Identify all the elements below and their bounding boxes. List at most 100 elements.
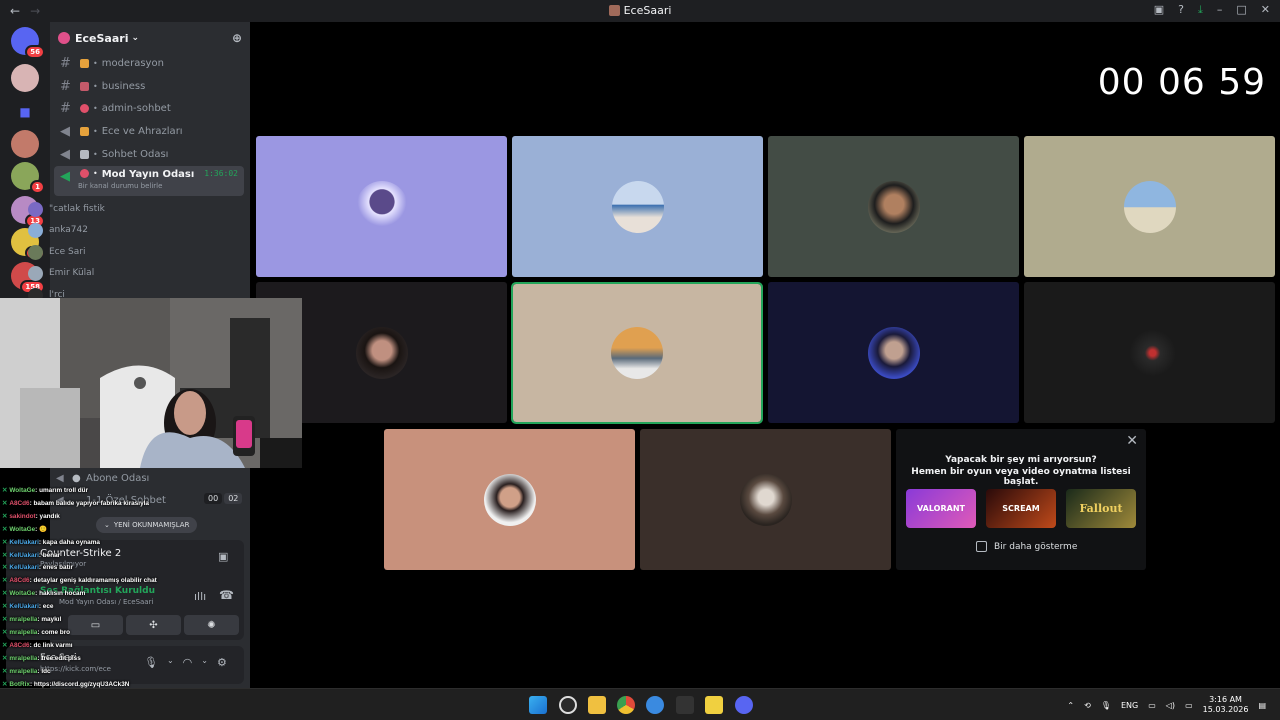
language-indicator[interactable]: ENG — [1121, 701, 1138, 710]
chat-username: BotRix — [9, 680, 30, 688]
chat-username: A8Cd6 — [9, 499, 30, 507]
channel-business[interactable]: # • business — [54, 75, 244, 97]
close-icon[interactable]: ✕ — [1126, 433, 1138, 449]
participant-tile[interactable] — [768, 136, 1019, 277]
participant-tile[interactable] — [384, 429, 635, 570]
badge-icon: ✕ — [2, 590, 8, 598]
battery-icon[interactable]: ▭ — [1185, 701, 1193, 710]
network-icon[interactable]: ▭ — [1148, 701, 1156, 710]
chrome-icon[interactable] — [617, 696, 635, 714]
game-card-scream[interactable]: SCREAM — [986, 489, 1056, 528]
inbox-icon[interactable]: ▣ — [1154, 3, 1164, 17]
channel-sohbet-odasi[interactable]: ◀ • Sohbet Odası — [54, 143, 244, 165]
discord-home-icon[interactable]: 56 — [11, 27, 45, 59]
chat-message: ✕ sakindot: yandık — [2, 511, 262, 524]
chat-text: : umarım troll dür — [35, 487, 89, 494]
participant-tile[interactable] — [640, 429, 891, 570]
server-header[interactable]: EceSaari ⌄ ⊕ — [50, 22, 250, 54]
badge-icon: ✕ — [2, 577, 8, 585]
app-icon[interactable] — [676, 696, 694, 714]
game-card-valorant[interactable]: VALORANT — [906, 489, 976, 528]
participant-tile[interactable] — [512, 136, 763, 277]
server-icon[interactable] — [11, 64, 39, 92]
chat-text: : maykıl — [37, 616, 62, 624]
clock[interactable]: 3:16 AM 15.03.2026 — [1203, 695, 1249, 715]
google-icon[interactable] — [646, 696, 664, 714]
channel-name: Ece ve Ahrazları — [101, 125, 183, 137]
server-icon[interactable] — [11, 130, 39, 158]
streamer-webcam — [0, 298, 302, 468]
channel-name: moderasyon — [101, 57, 164, 69]
avatar — [355, 180, 408, 233]
dont-show-again-checkbox[interactable]: Bir daha gösterme — [976, 541, 1077, 552]
file-explorer-icon[interactable] — [588, 696, 606, 714]
window-title: EceSaari — [0, 4, 1280, 17]
sync-icon[interactable]: ⟲ — [1084, 701, 1091, 710]
discord-taskbar-icon[interactable] — [735, 696, 753, 714]
system-tray: ⌃ ⟲ 🎙︎ ENG ▭ ◁) ▭ 3:16 AM 15.03.2026 ▤ — [1067, 689, 1266, 720]
voice-member[interactable]: anka742 — [28, 220, 88, 240]
channel-admin-sohbet[interactable]: # • admin-sohbet — [54, 97, 244, 119]
chat-message: ✕ mralpella: free edit plss — [2, 653, 262, 666]
help-icon[interactable]: ? — [1178, 3, 1184, 17]
maximize-icon[interactable]: □ — [1236, 3, 1246, 17]
start-windows-icon[interactable] — [529, 696, 547, 714]
chat-username: WoltaGe — [9, 525, 36, 533]
mention-badge: 56 — [25, 45, 45, 59]
game-title: Fallout — [1079, 502, 1123, 515]
member-name: Emir Külal — [49, 268, 95, 278]
suggestion-title: Yapacak bir şey mi arıyorsun? — [945, 455, 1097, 465]
window-title-text: EceSaari — [623, 4, 672, 17]
clock-time: 3:16 AM — [1209, 695, 1242, 704]
avatar — [739, 473, 792, 526]
voice-member[interactable]: Emir Külal — [28, 263, 94, 283]
voice-member[interactable]: Ece Sari — [28, 242, 85, 262]
chat-message: ✕ A8Cd6: babam balıde yapıyor fabrika kir… — [2, 498, 262, 511]
participant-tile-speaking[interactable] — [511, 282, 763, 424]
badge-icon: ✕ — [2, 525, 8, 533]
voice-member[interactable]: "catlak fistik — [28, 199, 105, 219]
invite-people-icon[interactable]: ⊕ — [232, 31, 242, 45]
avatar — [28, 265, 43, 281]
channel-name: Abone Odası — [86, 472, 150, 484]
volume-icon[interactable]: ◁) — [1166, 701, 1175, 710]
app-icon[interactable] — [705, 696, 723, 714]
chat-message: ✕ KelUakari: enes batır — [2, 562, 262, 575]
obs-icon[interactable] — [559, 696, 577, 714]
speaker-icon: ◀ — [60, 146, 70, 162]
activity-suggestion-card: ✕ Yapacak bir şey mi arıyorsun? Hemen bi… — [896, 429, 1146, 570]
participant-tile[interactable] — [768, 282, 1019, 423]
chat-text: : come bro — [37, 628, 71, 636]
channel-status-prompt[interactable]: Bir kanal durumu belirle — [78, 182, 162, 190]
badge-icon: ✕ — [2, 680, 8, 688]
member-name: Ece Sari — [49, 247, 86, 257]
chevron-up-icon[interactable]: ⌃ — [1067, 701, 1074, 710]
channel-ece-ve-ahrazlari[interactable]: ◀ • Ece ve Ahrazları — [54, 120, 244, 142]
game-card-fallout[interactable]: Fallout — [1066, 489, 1136, 528]
participant-tile[interactable] — [256, 136, 507, 277]
badge-icon: ✕ — [2, 654, 8, 662]
channel-name: admin-sohbet — [101, 102, 171, 114]
participant-tile[interactable] — [1024, 282, 1275, 423]
chat-username: KelUakari — [9, 564, 39, 572]
close-window-icon[interactable]: ✕ — [1261, 3, 1270, 17]
chat-username: mralpella — [9, 628, 38, 636]
folder-icon[interactable]: ■ — [11, 98, 39, 126]
participant-tile[interactable] — [1024, 136, 1275, 277]
server-icon[interactable]: 1 — [11, 162, 45, 194]
chat-message: ✕ mralpella: maykıl — [2, 614, 262, 627]
badge-icon: ✕ — [2, 551, 8, 559]
channel-moderasyon[interactable]: # • moderasyon — [54, 52, 244, 74]
chat-text: : ldc — [37, 667, 51, 675]
badge-icon: ✕ — [2, 538, 8, 546]
channel-mod-yayin-odasi[interactable]: ◀ • Mod Yayın Odası 1:36:02 Bir kanal du… — [54, 166, 244, 196]
chat-text: : https://discord.gg/zyqU3ACk3N — [29, 680, 130, 688]
avatar — [355, 326, 408, 379]
microphone-icon[interactable]: 🎙︎ — [1101, 701, 1111, 710]
chat-message: ✕ KelUakari: benar — [2, 550, 262, 563]
notification-icon[interactable]: ▤ — [1258, 701, 1266, 710]
minimize-icon[interactable]: – — [1217, 3, 1223, 17]
suggestion-subtitle: Hemen bir oyun veya video oynatma listes… — [911, 467, 1131, 487]
chat-message: ✕ WoltaGe: umarım troll dür — [2, 485, 262, 498]
download-icon[interactable]: ⤓ — [1198, 3, 1203, 17]
